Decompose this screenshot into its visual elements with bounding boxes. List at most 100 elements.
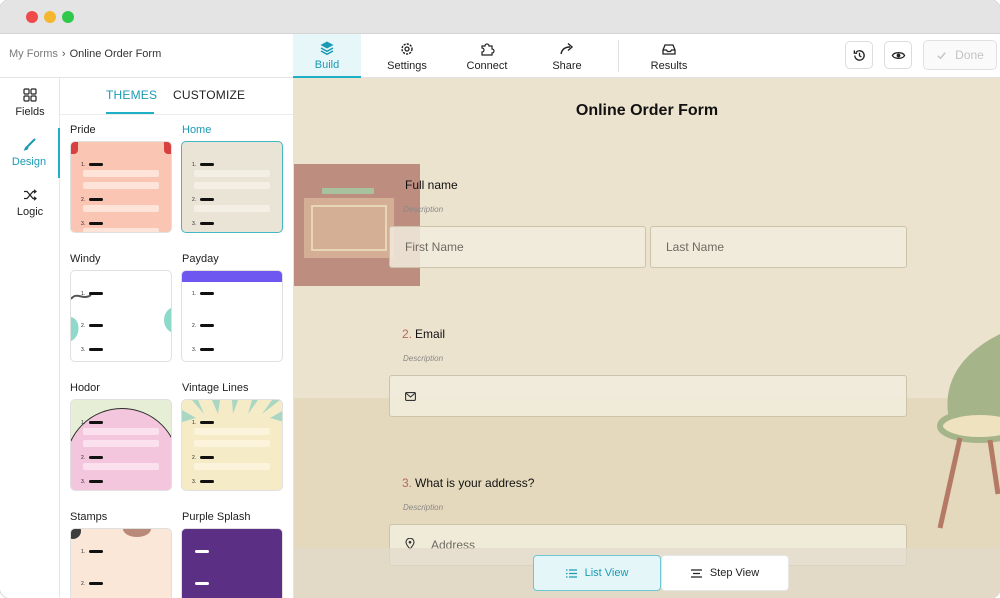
theme-name-home: Home (182, 124, 212, 136)
theme-field (194, 428, 270, 435)
tab-results[interactable]: Results (635, 34, 703, 78)
theme-home[interactable]: 1. 2. 3. (181, 141, 283, 233)
step-view-label: Step View (709, 567, 760, 579)
tab-themes[interactable]: THEMES (106, 88, 157, 114)
theme-field (83, 205, 159, 212)
theme-vintage-lines[interactable]: 1. 2. 3. (181, 399, 283, 491)
theme-purple-splash[interactable] (181, 528, 283, 598)
rail-logic-label: Logic (16, 206, 44, 218)
breadcrumb: My Forms › Online Order Form (9, 48, 161, 60)
list-view-label: List View (584, 567, 629, 579)
pride-corner-shape (164, 142, 171, 154)
tab-connect-label: Connect (466, 59, 508, 72)
chair-illustration (937, 334, 1000, 529)
theme-name-payday: Payday (182, 253, 219, 265)
preview-button[interactable] (884, 41, 912, 69)
brush-icon (23, 138, 36, 151)
theme-field (83, 440, 159, 447)
theme-field (83, 228, 159, 232)
theme-pride[interactable]: 1. 2. 3. (70, 141, 172, 233)
tab-settings[interactable]: Settings (373, 34, 441, 78)
first-name-input[interactable]: First Name (389, 226, 646, 268)
theme-field (194, 182, 270, 189)
breadcrumb-separator: › (61, 48, 66, 60)
top-navigation: My Forms › Online Order Form Build Setting… (0, 34, 1000, 78)
theme-name-windy: Windy (70, 253, 101, 265)
last-name-input[interactable]: Last Name (650, 226, 907, 268)
stamps-circle-shape (71, 529, 81, 539)
theme-row (195, 582, 209, 585)
email-input[interactable] (389, 375, 907, 417)
theme-field (194, 170, 270, 177)
pride-corner-shape (71, 142, 78, 154)
form-title: Online Order Form (575, 102, 719, 119)
puzzle-icon (481, 42, 495, 56)
theme-field (83, 170, 159, 177)
layers-icon (320, 41, 334, 55)
windy-wave-shape (71, 294, 171, 341)
theme-hodor[interactable]: 1. 2. 3. (70, 399, 172, 491)
rail-fields-label: Fields (15, 106, 45, 118)
question-address[interactable]: 3. What is your address? (402, 476, 534, 490)
question-label: What is your address? (415, 476, 535, 490)
done-label: Done (955, 48, 984, 62)
eye-icon (891, 51, 905, 59)
theme-name-hodor: Hodor (70, 382, 100, 394)
tab-connect[interactable]: Connect (453, 34, 521, 78)
app-window: My Forms › Online Order Form Build Setting… (0, 0, 1000, 598)
shuffle-icon (24, 189, 37, 201)
envelope-icon (405, 391, 416, 401)
theme-field (83, 463, 159, 470)
history-icon (853, 49, 865, 61)
title-bar (0, 0, 1000, 34)
question-full-name[interactable]: Full name (402, 178, 458, 192)
panel-tabs-divider (60, 114, 293, 115)
grid-icon (23, 88, 37, 102)
question-description: Description (403, 205, 444, 214)
close-window-button[interactable] (26, 11, 38, 23)
question-label: Email (415, 327, 446, 341)
rail-design-label: Design (11, 156, 47, 168)
minimize-window-button[interactable] (44, 11, 56, 23)
theme-field (194, 205, 270, 212)
done-button[interactable]: Done (923, 40, 997, 70)
nav-divider (618, 40, 619, 72)
rail-item-logic[interactable]: Logic (0, 178, 60, 228)
check-icon (937, 51, 946, 59)
rail-item-fields[interactable]: Fields (0, 78, 60, 128)
theme-name-vintage-lines: Vintage Lines (182, 382, 249, 394)
tab-share-label: Share (552, 59, 582, 72)
theme-windy[interactable]: 1. 2. 3. (70, 270, 172, 362)
themes-panel: THEMES CUSTOMIZE Pride 1. 2. 3. Home 1. … (60, 78, 294, 598)
form-preview-canvas: Online Order Form Full name Description … (294, 78, 1000, 598)
step-view-button[interactable]: Step View (661, 555, 789, 591)
theme-name-stamps: Stamps (70, 511, 108, 523)
list-view-button[interactable]: List View (533, 555, 661, 591)
question-description: Description (403, 354, 444, 363)
list-icon (565, 568, 577, 578)
history-button[interactable] (845, 41, 873, 69)
tab-share[interactable]: Share (533, 34, 601, 78)
theme-name-pride: Pride (70, 124, 96, 136)
theme-field (194, 440, 270, 447)
payday-header-band (182, 271, 282, 282)
tab-build[interactable]: Build (293, 34, 361, 78)
theme-stamps[interactable]: 1. 2. 3. (70, 528, 172, 598)
tab-customize[interactable]: CUSTOMIZE (173, 88, 245, 114)
theme-field (83, 182, 159, 189)
question-description: Description (403, 503, 444, 512)
tab-results-label: Results (650, 59, 688, 72)
tab-settings-label: Settings (387, 59, 427, 72)
maximize-window-button[interactable] (62, 11, 74, 23)
inbox-icon (662, 43, 676, 55)
breadcrumb-my-forms[interactable]: My Forms (9, 48, 58, 60)
theme-payday[interactable]: 1. 2. 3. (181, 270, 283, 362)
breadcrumb-current: Online Order Form (69, 48, 162, 60)
rail-item-design[interactable]: Design (0, 128, 60, 178)
question-email[interactable]: 2. Email (402, 327, 445, 341)
theme-field (194, 463, 270, 470)
stamps-circle-shape (123, 529, 151, 537)
question-label: Full name (405, 178, 458, 192)
theme-field (83, 428, 159, 435)
question-number: 3. (402, 476, 413, 490)
